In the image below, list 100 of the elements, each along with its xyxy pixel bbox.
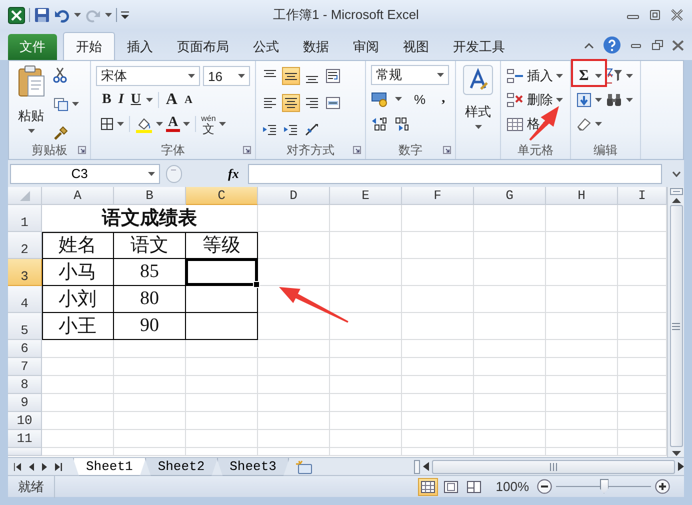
caret-icon[interactable] xyxy=(595,122,602,126)
caret-icon[interactable] xyxy=(594,74,602,78)
row-header[interactable]: 3 xyxy=(8,259,42,286)
paste-button[interactable]: 粘贴 xyxy=(18,107,44,125)
row-header[interactable]: 11 xyxy=(8,430,42,448)
caret-icon[interactable] xyxy=(626,74,633,78)
scroll-up-icon[interactable] xyxy=(672,197,680,203)
caret-icon[interactable] xyxy=(117,122,124,126)
number-format-dropdown[interactable]: 常规 xyxy=(371,65,449,85)
copy-icon[interactable] xyxy=(53,97,69,111)
borders-icon[interactable] xyxy=(100,117,114,131)
first-sheet-icon[interactable] xyxy=(14,462,21,470)
collapse-ribbon-icon[interactable] xyxy=(584,42,594,48)
zoom-in-icon[interactable] xyxy=(655,479,670,494)
bold-button[interactable]: B xyxy=(100,92,114,108)
ribbon-tab[interactable]: 审阅 xyxy=(341,34,391,60)
column-header[interactable]: E xyxy=(330,187,402,205)
insert-function-button[interactable]: fx xyxy=(228,166,242,182)
fill-down-icon[interactable] xyxy=(576,92,592,108)
column-header[interactable]: C xyxy=(186,187,258,205)
sheet-tab[interactable]: Sheet3 xyxy=(216,458,290,476)
row-header[interactable]: 4 xyxy=(8,286,42,313)
row-header[interactable]: 5 xyxy=(8,313,42,340)
ribbon-tab[interactable]: 视图 xyxy=(391,34,441,60)
format-cells-button[interactable]: 格 xyxy=(527,115,540,133)
paste-icon[interactable] xyxy=(17,65,45,97)
dialog-launcher-icon[interactable] xyxy=(78,146,86,154)
excel-logo-icon[interactable] xyxy=(8,6,25,24)
format-cells-icon[interactable] xyxy=(506,116,524,132)
font-color-button[interactable]: A xyxy=(166,116,180,132)
last-sheet-icon[interactable] xyxy=(55,462,62,470)
zoom-level[interactable]: 100% xyxy=(496,479,529,494)
help-icon[interactable] xyxy=(603,36,621,54)
scroll-left-icon[interactable] xyxy=(423,462,429,471)
close-icon[interactable] xyxy=(670,9,684,21)
percent-button[interactable]: % xyxy=(414,92,426,106)
caret-icon[interactable] xyxy=(238,74,245,78)
close-icon[interactable] xyxy=(672,40,684,50)
row-header[interactable]: 2 xyxy=(8,232,42,259)
horizontal-scrollbar[interactable] xyxy=(432,460,675,474)
caret-icon[interactable] xyxy=(626,98,633,102)
grow-font-button[interactable]: A xyxy=(164,91,180,109)
row-header[interactable]: 1 xyxy=(8,205,42,232)
ribbon-tab[interactable]: 公式 xyxy=(241,34,291,60)
minimize-icon[interactable] xyxy=(630,41,642,49)
phonetic-button[interactable]: wén 文 xyxy=(201,114,216,134)
ribbon-tab[interactable]: 开始 xyxy=(63,32,115,60)
eraser-icon[interactable] xyxy=(576,117,592,131)
caret-icon[interactable] xyxy=(437,73,444,77)
row-header[interactable]: 9 xyxy=(8,394,42,412)
font-size-dropdown[interactable]: 16 xyxy=(203,66,250,86)
expand-icon[interactable] xyxy=(672,170,680,176)
previous-sheet-icon[interactable] xyxy=(29,462,34,470)
dialog-launcher-icon[interactable] xyxy=(353,146,361,154)
italic-button[interactable]: I xyxy=(116,92,126,108)
caret-icon[interactable] xyxy=(28,129,34,133)
scroll-right-icon[interactable] xyxy=(678,462,684,471)
ribbon-tab[interactable]: 插入 xyxy=(115,34,165,60)
dialog-launcher-icon[interactable] xyxy=(443,146,451,154)
sheet-tab[interactable]: Sheet2 xyxy=(144,458,218,476)
row-header[interactable]: 8 xyxy=(8,376,42,394)
styles-icon[interactable] xyxy=(463,65,493,95)
caret-icon[interactable] xyxy=(556,74,563,78)
caret-icon[interactable] xyxy=(395,97,402,101)
caret-icon[interactable] xyxy=(183,122,190,126)
insert-cells-button[interactable]: 插入 xyxy=(527,67,553,85)
delete-cells-button[interactable]: 删除 xyxy=(527,91,553,109)
maximize-icon[interactable] xyxy=(648,9,662,21)
normal-view-button[interactable] xyxy=(418,478,438,496)
cut-icon[interactable] xyxy=(53,67,67,83)
caret-icon[interactable] xyxy=(218,122,226,126)
find-icon[interactable] xyxy=(605,92,623,108)
column-header[interactable]: I xyxy=(618,187,667,205)
file-tab[interactable]: 文件 xyxy=(8,34,57,60)
vertical-scrollbar[interactable] xyxy=(667,187,684,457)
new-sheet-icon[interactable] xyxy=(295,460,314,474)
column-header[interactable]: B xyxy=(114,187,186,205)
zoom-out-icon[interactable] xyxy=(537,479,552,494)
restore-icon[interactable] xyxy=(651,39,663,51)
splitter-handle-icon[interactable] xyxy=(166,164,182,182)
insert-cells-icon[interactable] xyxy=(506,68,524,84)
caret-icon[interactable] xyxy=(474,125,482,129)
caret-icon[interactable] xyxy=(148,172,155,176)
increase-decimal-icon[interactable] xyxy=(371,117,387,131)
sort-filter-icon[interactable] xyxy=(604,68,623,84)
caret-icon[interactable] xyxy=(146,98,153,102)
caret-icon[interactable] xyxy=(595,98,602,102)
ribbon-tab[interactable]: 页面布局 xyxy=(165,34,241,60)
fill-handle[interactable] xyxy=(253,281,260,288)
ribbon-tab[interactable]: 开发工具 xyxy=(441,34,517,60)
save-icon[interactable] xyxy=(34,7,50,23)
caret-icon[interactable] xyxy=(74,13,81,17)
next-sheet-icon[interactable] xyxy=(42,462,47,470)
undo-icon[interactable] xyxy=(54,7,70,23)
caret-icon[interactable] xyxy=(72,102,79,106)
underline-button[interactable]: U xyxy=(128,92,143,108)
delete-cells-icon[interactable] xyxy=(506,92,524,108)
column-header[interactable]: H xyxy=(546,187,618,205)
sheet-tab[interactable]: Sheet1 xyxy=(73,458,146,476)
name-box[interactable]: C3 xyxy=(10,164,160,184)
